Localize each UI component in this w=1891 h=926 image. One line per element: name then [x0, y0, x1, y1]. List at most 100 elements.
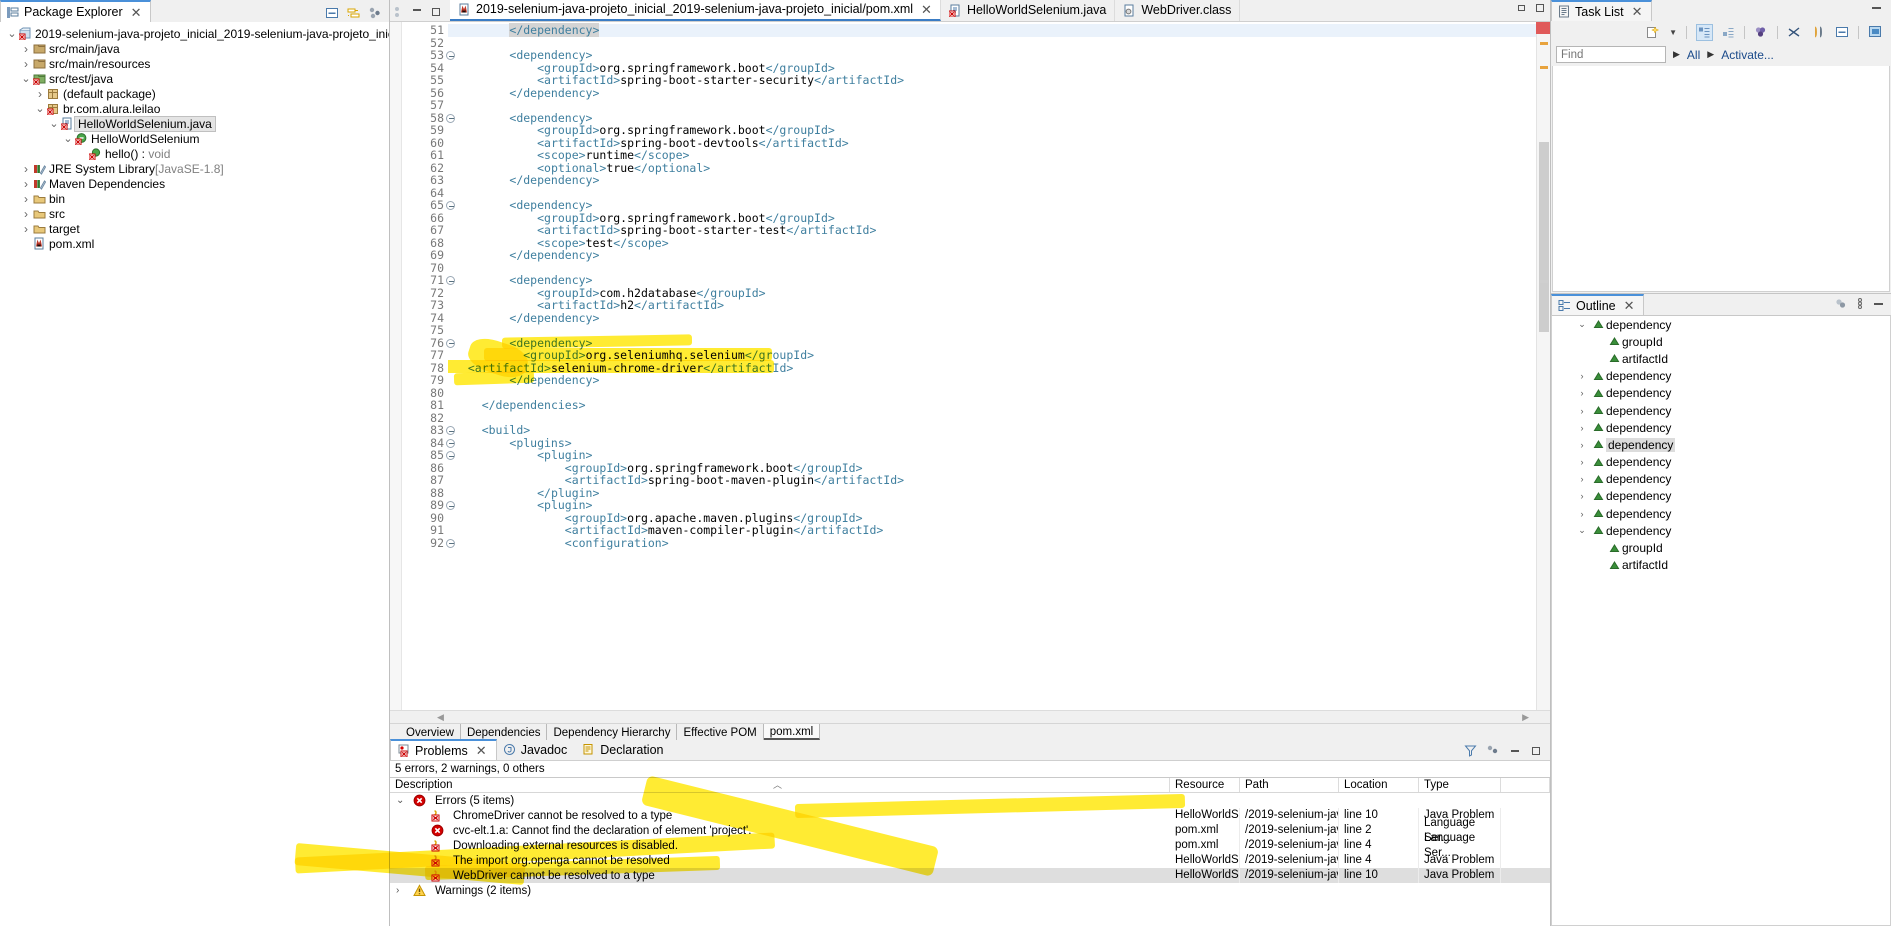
code-line[interactable]: <artifactId>selenium-chrome-driver</arti… [448, 361, 1550, 375]
editor-horizontal-scrollbar[interactable]: ◀ ▶ [390, 710, 1550, 723]
restore-task-list-icon[interactable] [1868, 25, 1883, 39]
code-text[interactable]: </dependency> <dependency> <groupId>org.… [448, 22, 1550, 710]
tree-item-src[interactable]: › src [0, 206, 389, 221]
chevron-down-icon[interactable]: ⌄ [62, 132, 74, 145]
chevron-right-icon[interactable]: › [34, 87, 46, 101]
chevron-right-icon[interactable]: › [1574, 406, 1590, 416]
dropdown-arrow-icon[interactable]: ▼ [1669, 28, 1677, 37]
outline-item-dependency[interactable]: › dependency [1552, 419, 1890, 436]
code-line[interactable]: <dependency> [448, 49, 1550, 62]
minimize-icon[interactable] [1509, 745, 1521, 757]
activate-link[interactable]: Activate... [1721, 48, 1774, 62]
code-line[interactable] [448, 187, 1550, 200]
code-line[interactable]: </dependency> [448, 174, 1550, 187]
view-menu-icon[interactable] [368, 6, 383, 20]
search-input[interactable] [1556, 46, 1666, 63]
chevron-down-icon[interactable]: ⌄ [34, 102, 46, 115]
outline-item-dependency[interactable]: › dependency [1552, 368, 1890, 385]
maximize-icon[interactable] [430, 6, 442, 18]
code-line[interactable]: <dependency> [448, 199, 1550, 212]
tree-item-default-package[interactable]: › (default package) [0, 86, 389, 101]
close-icon[interactable]: ✕ [1624, 299, 1635, 312]
chevron-right-icon[interactable]: › [1574, 474, 1590, 484]
outline-item-artifactId[interactable]: artifactId [1552, 350, 1890, 367]
pom-tab-dependencies[interactable]: Dependencies [460, 724, 548, 740]
editor-tab-webdriver-class[interactable]: WebDriver.class [1115, 0, 1241, 21]
code-line[interactable]: <configuration> [448, 536, 1550, 550]
outline-item-groupId[interactable]: groupId [1552, 333, 1890, 350]
pom-tab-effective-pom[interactable]: Effective POM [677, 724, 764, 740]
outline-item-dependency[interactable]: › dependency [1552, 454, 1890, 471]
code-line[interactable]: <build> [448, 424, 1550, 437]
code-line[interactable] [448, 99, 1550, 112]
new-task-icon[interactable] [1645, 25, 1660, 40]
outline-item-dependency[interactable]: › dependency [1552, 471, 1890, 488]
tree-item-src-main-resources[interactable]: › src/main/resources [0, 56, 389, 71]
problem-row[interactable]: WebDriver cannot be resolved to a type He… [390, 868, 1550, 883]
problem-row[interactable]: cvc-elt.1.a: Cannot find the declaration… [390, 815, 1550, 846]
collapse-all-icon[interactable] [325, 6, 339, 20]
maximize-icon[interactable] [1530, 745, 1542, 757]
code-line[interactable]: <scope>runtime</scope> [448, 149, 1550, 162]
code-line[interactable]: </dependency> [448, 23, 1550, 37]
code-line[interactable]: <dependency> [448, 274, 1550, 287]
code-line[interactable]: </plugin> [448, 486, 1550, 500]
minimize-icon[interactable] [1872, 300, 1885, 308]
chevron-down-icon[interactable]: ⌄ [396, 795, 409, 806]
code-line[interactable]: <artifactId>h2</artifactId> [448, 299, 1550, 312]
code-line[interactable]: <plugins> [448, 436, 1550, 450]
xml-source-editor[interactable]: 51 52 53 54 55 56 57 58 59 60 61 62 63 64 65 66 67 68 69 70… [390, 22, 1550, 710]
chevron-right-icon[interactable]: › [1574, 371, 1590, 381]
code-line[interactable]: </dependency> [448, 374, 1550, 387]
minimize-icon[interactable] [1870, 4, 1883, 12]
chevron-right-icon[interactable]: › [1574, 440, 1590, 450]
chevron-right-icon[interactable]: › [20, 207, 32, 221]
view-menu-icon[interactable] [1486, 744, 1500, 757]
maximize-editor-icon[interactable] [1534, 2, 1546, 14]
outline-item-dependency[interactable]: ⌄ dependency [1552, 316, 1890, 333]
tree-item-jre-system-library[interactable]: › JRE System Library [JavaSE-1.8] [0, 161, 389, 176]
code-line[interactable]: <scope>test</scope> [448, 236, 1550, 250]
column-header-resource[interactable]: Resource [1170, 778, 1240, 792]
outline-item-dependency[interactable]: ⌄ dependency [1552, 522, 1890, 539]
filter-icon[interactable] [1464, 744, 1477, 757]
bottom-tab-declaration[interactable]: Declaration [576, 739, 672, 760]
code-line[interactable]: </dependency> [448, 249, 1550, 262]
code-line[interactable]: <optional>true</optional> [448, 161, 1550, 175]
outline-item-dependency[interactable]: › dependency [1552, 385, 1890, 402]
outline-item-dependency[interactable]: › dependency [1552, 488, 1890, 505]
column-header-path[interactable]: Path [1240, 778, 1339, 792]
editor-tab-2019-selenium-java-projeto-inicial-2019-selenium-java-projeto-inicial-pom-xml[interactable]: 2019-selenium-java-projeto_inicial_2019-… [450, 0, 941, 21]
restore-icon[interactable] [1516, 2, 1528, 14]
outline-item-dependency[interactable]: › dependency [1552, 505, 1890, 522]
activate-arrow-icon[interactable]: ▶ [1707, 49, 1714, 60]
code-line[interactable] [448, 387, 1550, 400]
tree-item-pom-xml[interactable]: pom.xml [0, 236, 389, 251]
problems-table[interactable]: Description Resource Path Location Type ︿ ⌄ E… [294, 775, 1550, 926]
chevron-right-icon[interactable]: › [1574, 509, 1590, 519]
code-line[interactable]: </dependency> [448, 86, 1550, 100]
project-tree[interactable]: ⌄ 2019-selenium-java-projeto_inicial_2019… [0, 22, 389, 926]
chevron-right-icon[interactable]: › [20, 162, 32, 176]
chevron-down-icon[interactable]: ⌄ [6, 27, 18, 40]
chevron-down-icon[interactable]: ⌄ [1574, 319, 1590, 330]
code-line[interactable]: <groupId>org.seleniumhq.selenium</groupI… [448, 349, 1550, 362]
link-with-editor-icon[interactable] [346, 6, 361, 20]
problem-row[interactable]: ChromeDriver cannot be resolved to a typ… [390, 808, 1550, 823]
problems-rows[interactable]: ⌄ Errors (5 items) ChromeDriver cannot be … [390, 793, 1550, 898]
column-header-location[interactable]: Location [1339, 778, 1419, 792]
tree-item-br-com-alura-leilao[interactable]: ⌄ br.com.alura.leilao [0, 101, 389, 116]
code-line[interactable]: <artifactId>spring-boot-maven-plugin</ar… [448, 474, 1550, 487]
chevron-right-icon[interactable]: › [20, 42, 32, 56]
scroll-left-icon[interactable]: ◀ [437, 712, 444, 723]
tab-outline[interactable]: Outline ✕ [1551, 294, 1644, 315]
task-repositories-icon[interactable] [1811, 25, 1826, 39]
chevron-right-icon[interactable]: › [20, 222, 32, 236]
pom-tab-pom-xml[interactable]: pom.xml [763, 724, 821, 740]
chevron-right-icon[interactable]: › [1574, 457, 1590, 467]
tree-item-src-main-java[interactable]: › src/main/java [0, 41, 389, 56]
tree-item-2019-selenium-java-projeto-inicial-2019-selenium-java-projeto-inicial[interactable]: ⌄ 2019-selenium-java-projeto_inicial_2019… [0, 26, 389, 41]
outline-tree[interactable]: ⌄ dependency groupId artifactId › dependency ›… [1551, 315, 1891, 926]
chevron-right-icon[interactable]: › [20, 192, 32, 206]
tree-item-bin[interactable]: › bin [0, 191, 389, 206]
